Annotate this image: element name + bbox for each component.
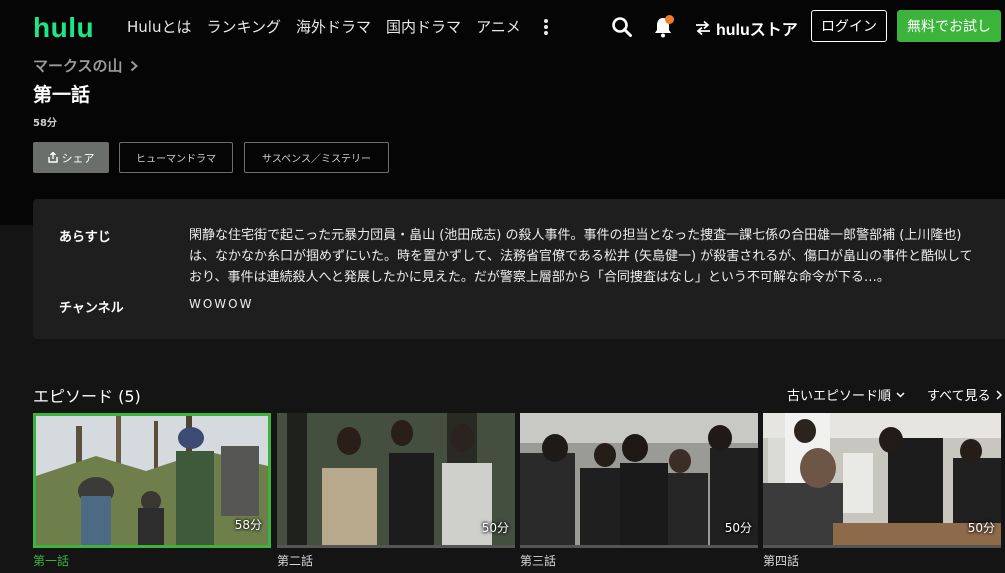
episode-title: 第一話 — [33, 84, 91, 106]
episode-card-3[interactable]: 50分 第三話 — [520, 413, 758, 569]
breadcrumb[interactable]: マークスの山 — [33, 55, 139, 76]
thumbnail-image — [520, 413, 758, 548]
notification-dot — [665, 15, 674, 24]
hulu-logo[interactable]: hulu — [33, 12, 94, 44]
synopsis-text: 閑静な住宅街で起こった元暴力団員・畠山 (池田成志) の殺人事件。事件の担当とな… — [189, 228, 973, 285]
store-label: huluストア — [716, 22, 798, 39]
episode-thumbnail[interactable]: 50分 — [277, 413, 515, 548]
genre-tag-human-drama[interactable]: ヒューマンドラマ — [119, 142, 233, 173]
duration-badge: 50分 — [967, 521, 995, 535]
duration-badge: 50分 — [724, 521, 752, 535]
episode-duration: 58分 — [33, 118, 57, 129]
share-button[interactable]: シェア — [33, 142, 109, 173]
channel-value: WOWOW — [189, 297, 254, 311]
thumbnail-image — [36, 416, 268, 545]
login-button[interactable]: ログイン — [811, 10, 887, 42]
thumbnail-image — [277, 413, 515, 548]
episode-thumbnail[interactable]: 58分 — [33, 413, 271, 548]
progress-track — [277, 545, 515, 548]
switch-arrows-icon — [696, 20, 710, 36]
share-label: シェア — [61, 151, 95, 165]
duration-badge: 50分 — [481, 521, 509, 535]
nav-domestic-drama[interactable]: 国内ドラマ — [386, 16, 461, 38]
free-trial-button[interactable]: 無料でお試し — [897, 10, 1001, 42]
sort-dropdown[interactable]: 古いエピソード順 — [787, 385, 905, 404]
nav-about[interactable]: Huluとは — [127, 16, 191, 38]
genre-tag-suspense[interactable]: サスペンス／ミステリー — [244, 142, 389, 173]
episode-thumbnail[interactable]: 50分 — [763, 413, 1001, 548]
episodes-heading: エピソード (5) — [33, 387, 141, 406]
episode-thumbnail[interactable]: 50分 — [520, 413, 758, 548]
nav-ranking[interactable]: ランキング — [206, 16, 281, 38]
progress-track — [520, 545, 758, 548]
see-all-link[interactable]: すべて見る — [927, 385, 1002, 404]
sort-label: 古いエピソード順 — [787, 389, 892, 404]
chevron-right-icon — [130, 60, 138, 71]
more-vertical-icon[interactable] — [536, 16, 556, 38]
breadcrumb-series[interactable]: マークスの山 — [33, 55, 123, 76]
duration-badge: 58分 — [234, 518, 262, 532]
info-panel: あらすじ 閑静な住宅街で起こった元暴力団員・畠山 (池田成志) の殺人事件。事件… — [33, 199, 1005, 339]
main-nav: Huluとは ランキング 海外ドラマ 国内ドラマ アニメ — [127, 16, 556, 38]
episode-card-title[interactable]: 第三話 — [520, 552, 758, 569]
channel-label: チャンネル — [59, 301, 124, 316]
synopsis-label: あらすじ — [59, 230, 111, 245]
nav-foreign-drama[interactable]: 海外ドラマ — [296, 16, 371, 38]
episode-card-title[interactable]: 第一話 — [33, 552, 271, 569]
search-icon[interactable] — [611, 16, 633, 38]
episode-card-1[interactable]: 58分 第一話 — [33, 413, 271, 569]
progress-track — [763, 545, 1001, 548]
share-icon — [47, 152, 58, 163]
chevron-down-icon — [896, 391, 905, 398]
episode-card-4[interactable]: 50分 第四話 — [763, 413, 1001, 569]
chevron-right-icon — [996, 389, 1002, 400]
hulu-store-link[interactable]: huluストア — [694, 16, 798, 40]
see-all-label: すべて見る — [927, 389, 991, 404]
nav-anime[interactable]: アニメ — [476, 16, 521, 38]
episode-card-title[interactable]: 第二話 — [277, 552, 515, 569]
episode-card-title[interactable]: 第四話 — [763, 552, 1001, 569]
thumbnail-image — [763, 413, 1001, 548]
episode-card-2[interactable]: 50分 第二話 — [277, 413, 515, 569]
